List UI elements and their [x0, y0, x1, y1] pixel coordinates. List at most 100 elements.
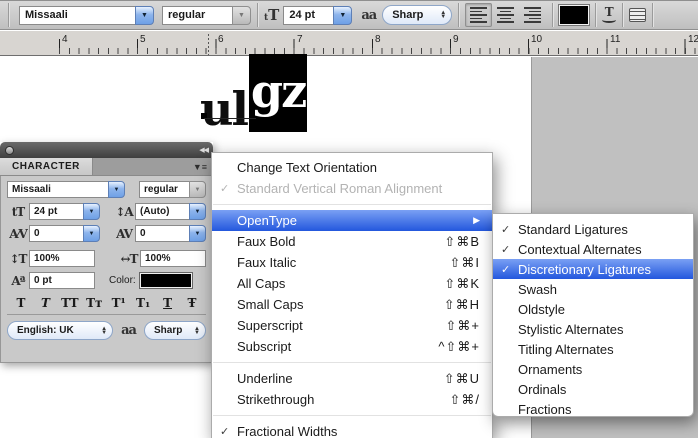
language-select[interactable]: English: UK ▲▼ — [7, 321, 113, 340]
kerning-icon: A⁄V — [7, 227, 29, 241]
panel-header[interactable]: ◀◀ — [0, 142, 213, 158]
toggle-panels-icon[interactable] — [629, 8, 646, 22]
menu-item-faux-bold[interactable]: Faux Bold ⇧⌘B — [212, 231, 492, 252]
menu-item-change-text-orientation[interactable]: Change Text Orientation — [212, 157, 492, 178]
menu-separator — [213, 362, 491, 363]
kerning-field[interactable]: 0 ▼ — [29, 225, 100, 242]
shortcut: ⇧⌘/ — [449, 392, 480, 408]
small-caps-button[interactable]: Tᴛ — [84, 296, 104, 310]
panel-font-style-value[interactable]: regular — [139, 181, 189, 198]
menu-item-strikethrough[interactable]: Strikethrough ⇧⌘/ — [212, 389, 492, 410]
menu-item-small-caps[interactable]: Small Caps ⇧⌘H — [212, 294, 492, 315]
anti-alias-value[interactable]: Sharp — [392, 9, 423, 21]
dropdown-arrow-icon[interactable]: ▼ — [189, 225, 206, 242]
font-size-value[interactable]: 24 pt — [29, 203, 83, 220]
font-family-combo[interactable]: Missaali ▼ — [19, 6, 154, 25]
options-bar: Missaali ▼ regular ▼ tT 24 pt ▼ aa Sharp… — [0, 0, 698, 30]
font-size-value[interactable]: 24 pt — [283, 6, 333, 25]
dropdown-arrow-icon[interactable]: ▼ — [83, 203, 100, 220]
font-family-dropdown-arrow-icon[interactable]: ▼ — [135, 6, 154, 25]
tracking-value[interactable]: 0 — [135, 225, 189, 242]
submenu-item-standard-ligatures[interactable]: ✓ Standard Ligatures — [493, 219, 693, 239]
dropdown-arrow-icon[interactable]: ▼ — [108, 181, 125, 198]
panel-anti-alias-select[interactable]: Sharp ▲▼ — [144, 321, 206, 340]
text-color-swatch[interactable] — [559, 5, 589, 25]
font-style-combo[interactable]: regular ▼ — [162, 6, 251, 25]
language-value[interactable]: English: UK — [17, 325, 74, 336]
canvas-text[interactable]: ul gz — [200, 62, 307, 132]
vertical-scale-value[interactable]: 100% — [29, 250, 95, 267]
shortcut: ⇧⌘U — [444, 371, 480, 387]
stepper-icon[interactable]: ▲▼ — [101, 327, 107, 335]
horizontal-scale-field[interactable]: 100% — [140, 250, 206, 267]
font-size-combo[interactable]: 24 pt ▼ — [283, 6, 352, 25]
kerning-value[interactable]: 0 — [29, 225, 83, 242]
menu-item-faux-italic[interactable]: Faux Italic ⇧⌘I — [212, 252, 492, 273]
panel-color-swatch[interactable] — [140, 273, 192, 288]
faux-bold-button[interactable]: T — [11, 296, 31, 310]
submenu-item-fractions[interactable]: Fractions — [493, 399, 693, 419]
font-size-field[interactable]: 24 pt ▼ — [29, 203, 100, 220]
font-size-icon: tT — [7, 205, 29, 219]
underline-button[interactable]: T — [158, 296, 178, 310]
superscript-button[interactable]: T¹ — [109, 296, 129, 310]
ruler-number: 9 — [453, 34, 459, 45]
checkmark-icon: ✓ — [220, 182, 237, 195]
strikethrough-button[interactable]: Ŧ — [182, 296, 202, 310]
submenu-item-ordinals[interactable]: Ordinals — [493, 379, 693, 399]
tab-character[interactable]: CHARACTER — [0, 158, 93, 175]
panel-menu-icon[interactable]: ▼≡ — [187, 158, 213, 175]
baseline-shift-field[interactable]: 0 pt — [29, 272, 95, 289]
submenu-item-oldstyle[interactable]: Oldstyle — [493, 299, 693, 319]
menu-item-fractional-widths[interactable]: ✓ Fractional Widths — [212, 421, 492, 438]
menu-item-all-caps[interactable]: All Caps ⇧⌘K — [212, 273, 492, 294]
leading-field[interactable]: (Auto) ▼ — [135, 203, 206, 220]
dropdown-arrow-icon[interactable]: ▼ — [83, 225, 100, 242]
subscript-button[interactable]: T₁ — [133, 296, 153, 310]
submenu-item-ornaments[interactable]: Ornaments — [493, 359, 693, 379]
align-left-button[interactable] — [465, 3, 492, 27]
align-center-button[interactable] — [492, 3, 519, 27]
panel-font-family-combo[interactable]: Missaali ▼ — [7, 181, 125, 198]
panel-anti-alias-value[interactable]: Sharp — [154, 325, 182, 336]
selected-text[interactable]: gz — [249, 54, 307, 132]
stepper-icon[interactable]: ▲▼ — [194, 327, 200, 335]
panel-tab-row: CHARACTER ▼≡ — [0, 158, 213, 176]
submenu-item-stylistic-alternates[interactable]: Stylistic Alternates — [493, 319, 693, 339]
font-size-icon: tT — [264, 8, 279, 23]
submenu-item-swash[interactable]: Swash — [493, 279, 693, 299]
horizontal-scale-value[interactable]: 100% — [140, 250, 206, 267]
submenu-item-titling-alternates[interactable]: Titling Alternates — [493, 339, 693, 359]
menu-item-standard-vertical-roman-alignment: ✓ Standard Vertical Roman Alignment — [212, 178, 492, 199]
stepper-icon[interactable]: ▲▼ — [440, 11, 446, 19]
tracking-field[interactable]: 0 ▼ — [135, 225, 206, 242]
ruler-number: 5 — [140, 34, 146, 45]
dropdown-arrow-icon[interactable]: ▼ — [189, 203, 206, 220]
separator — [8, 3, 9, 27]
font-family-value[interactable]: Missaali — [19, 6, 135, 25]
menu-item-superscript[interactable]: Superscript ⇧⌘+ — [212, 315, 492, 336]
collapse-to-icons-icon[interactable]: ◀◀ — [199, 146, 208, 154]
baseline-shift-value[interactable]: 0 pt — [29, 272, 95, 289]
leading-value[interactable]: (Auto) — [135, 203, 189, 220]
vertical-scale-field[interactable]: 100% — [29, 250, 95, 267]
panel-close-icon[interactable] — [5, 146, 14, 155]
text-before-selection[interactable]: ul — [200, 86, 247, 132]
faux-italic-button[interactable]: T — [35, 296, 55, 310]
submenu-item-contextual-alternates[interactable]: ✓ Contextual Alternates — [493, 239, 693, 259]
menu-item-opentype[interactable]: OpenType ▶ — [212, 210, 492, 231]
panel-font-family-value[interactable]: Missaali — [7, 181, 108, 198]
anti-alias-select[interactable]: Sharp ▲▼ — [382, 5, 452, 25]
menu-item-subscript[interactable]: Subscript ^⇧⌘+ — [212, 336, 492, 357]
font-style-value[interactable]: regular — [162, 6, 232, 25]
checkmark-icon: ✓ — [220, 425, 237, 438]
panel-font-style-combo[interactable]: regular ▼ — [139, 181, 206, 198]
warp-text-icon[interactable]: T — [602, 7, 616, 23]
align-right-button[interactable] — [519, 3, 546, 27]
ruler-number: 10 — [531, 34, 542, 45]
all-caps-button[interactable]: TT — [60, 296, 80, 310]
menu-item-underline[interactable]: Underline ⇧⌘U — [212, 368, 492, 389]
submenu-item-discretionary-ligatures[interactable]: ✓ Discretionary Ligatures — [493, 259, 693, 279]
submenu-arrow-icon: ▶ — [473, 215, 480, 226]
font-size-dropdown-arrow-icon[interactable]: ▼ — [333, 6, 352, 25]
